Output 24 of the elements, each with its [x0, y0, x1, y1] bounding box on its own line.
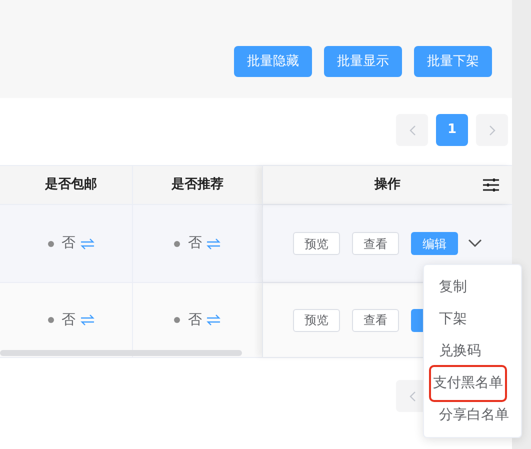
horizontal-scrollbar[interactable]	[0, 350, 242, 356]
swap-icon[interactable]	[206, 238, 221, 250]
action-button[interactable]: 查看	[352, 232, 399, 255]
status-text: 否	[188, 310, 202, 330]
column-header: 操作	[374, 176, 400, 194]
swap-icon[interactable]	[80, 314, 94, 326]
status-text: 否	[62, 310, 76, 330]
settings-icon[interactable]	[483, 178, 499, 192]
menu-item[interactable]: 支付黑名单	[429, 364, 507, 402]
status-text: 否	[62, 234, 76, 253]
action-button[interactable]: 预览	[293, 232, 340, 255]
status-text: 否	[188, 234, 202, 253]
menu-item[interactable]: 下架	[434, 308, 472, 330]
swap-icon[interactable]	[206, 314, 221, 326]
swap-icon[interactable]	[80, 238, 94, 250]
chevron-left-icon	[408, 390, 416, 402]
column-header: 是否包邮	[0, 166, 133, 204]
chevron-down-icon[interactable]	[468, 239, 482, 248]
action-button[interactable]: 预览	[293, 308, 340, 332]
chevron-left-icon	[408, 124, 416, 136]
column-header: 是否推荐	[170, 176, 224, 194]
menu-item[interactable]: 分享白名单	[434, 404, 514, 426]
chevron-right-icon	[488, 124, 496, 136]
action-button[interactable]: 查看	[352, 308, 399, 332]
